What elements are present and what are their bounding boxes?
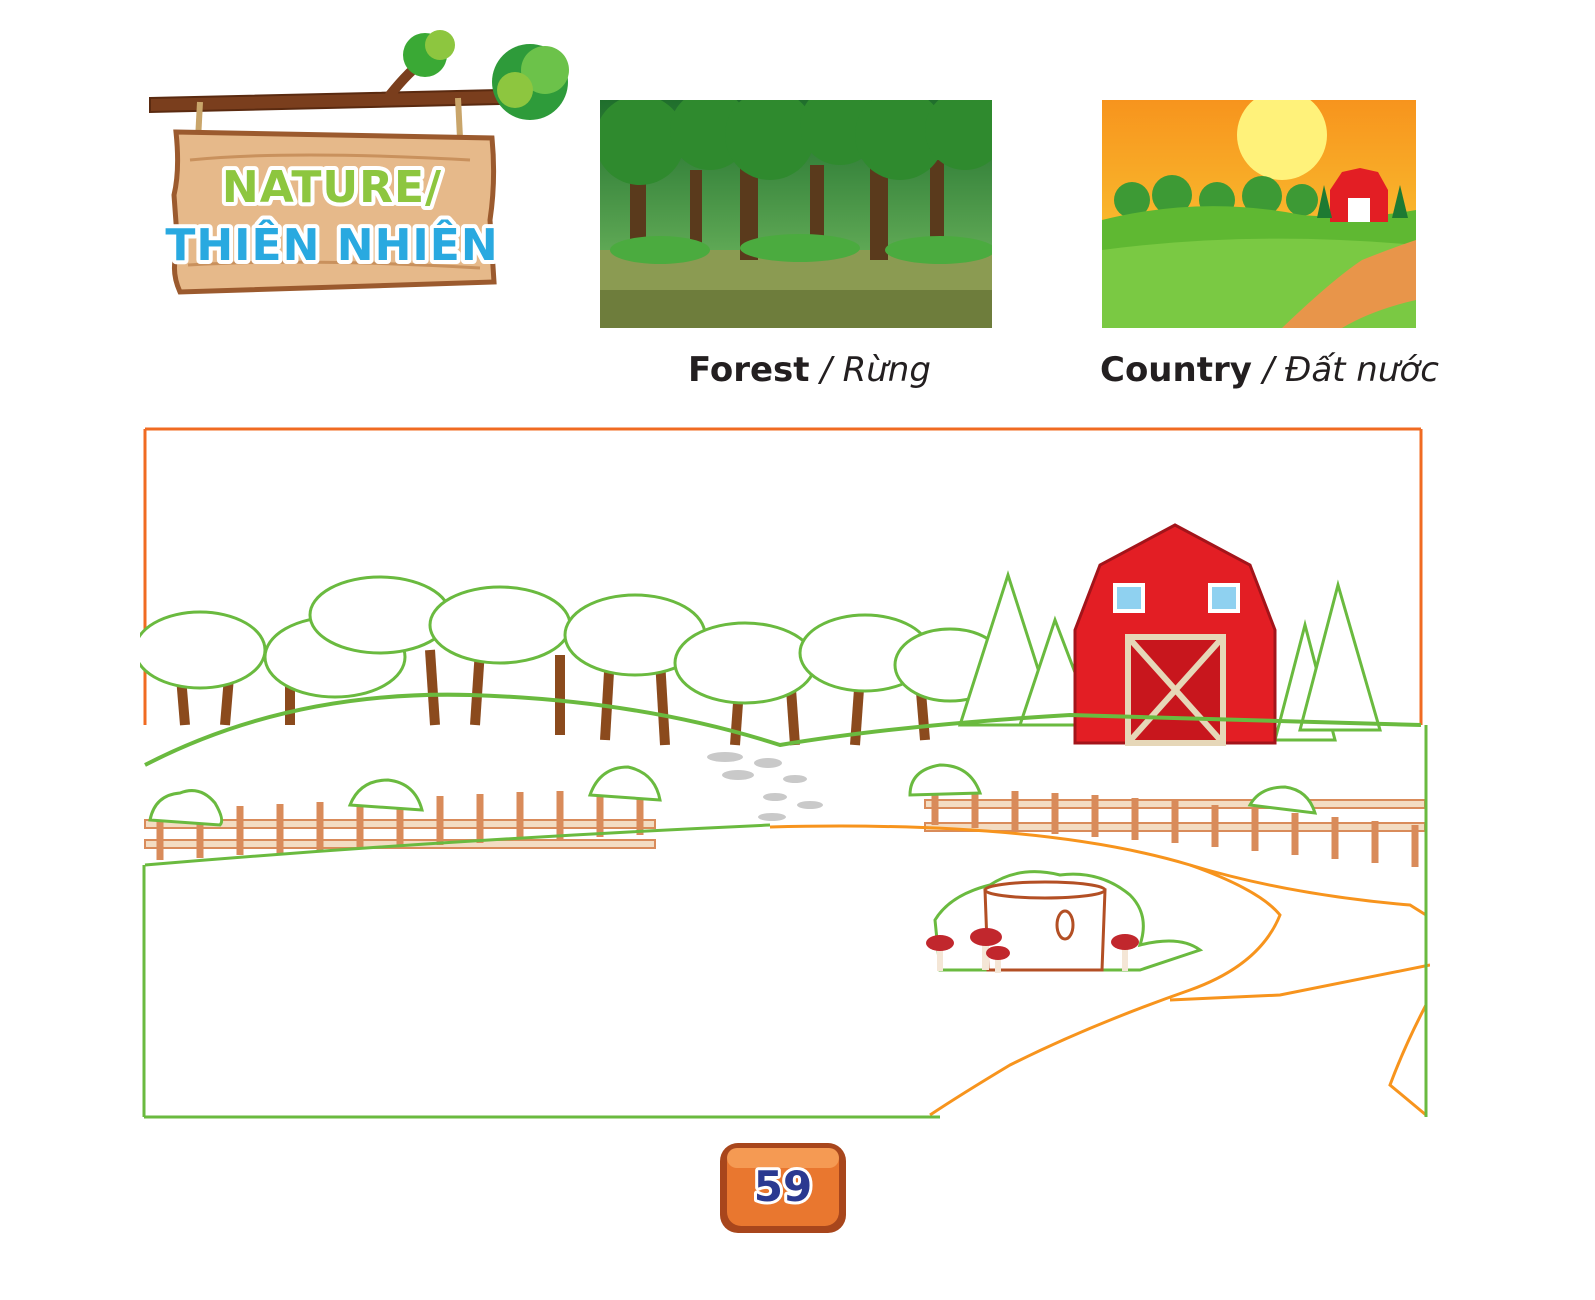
country-word: Country — [1100, 350, 1252, 390]
country-image — [1102, 100, 1416, 328]
sign-title-line2: THIÊN NHIÊN — [165, 218, 498, 271]
forest-translation: / Rừng — [820, 350, 931, 390]
page-number: 59 — [754, 1162, 812, 1211]
country-translation: / Đất nước — [1262, 350, 1439, 390]
nature-sign: NATURE/ THIÊN NHIÊN — [149, 30, 569, 295]
page-number-badge: 59 — [720, 1143, 846, 1233]
forest-caption: Forest / Rừng — [688, 350, 931, 390]
stepping-stones — [707, 752, 823, 821]
coloring-scene — [140, 427, 1430, 1119]
sign-title-line1: NATURE/ — [222, 162, 442, 213]
forest-word: Forest — [688, 350, 810, 390]
barn — [1073, 523, 1277, 746]
country-caption: Country / Đất nước — [1100, 350, 1439, 390]
tree-stump — [926, 870, 1204, 973]
forest-image — [600, 100, 992, 328]
